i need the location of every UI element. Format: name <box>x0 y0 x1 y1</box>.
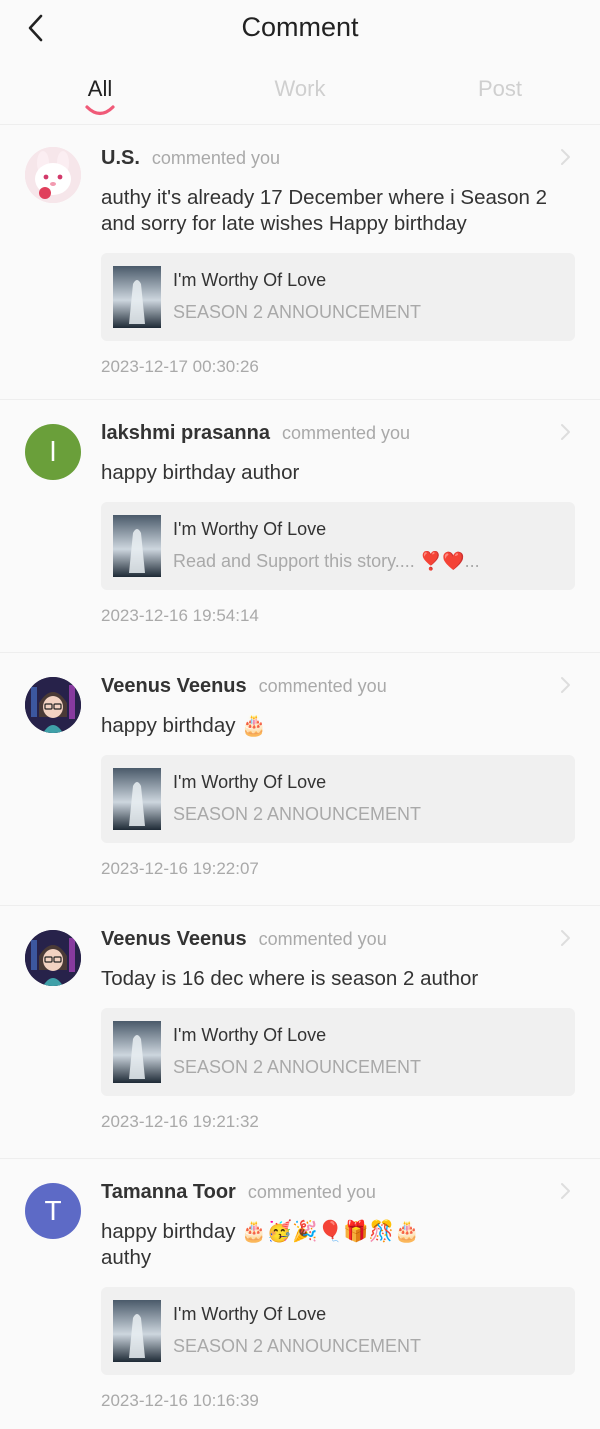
avatar[interactable] <box>25 677 81 733</box>
comment-timestamp: 2023-12-16 19:22:07 <box>101 859 259 878</box>
commenter-name[interactable]: U.S. <box>101 147 140 170</box>
tab-post[interactable]: Post <box>440 76 560 102</box>
commenter-name[interactable]: Tamanna Toor <box>101 1181 236 1204</box>
comment-text: happy birthday 🎂🥳🎉🎈🎁🎊🎂 authy <box>101 1219 575 1271</box>
tab-all[interactable]: All <box>40 76 160 116</box>
comment-action-text: commented you <box>258 676 387 696</box>
story-cover-image <box>113 515 161 577</box>
comment-action-text: commented you <box>281 423 411 443</box>
story-cover-image <box>113 1021 161 1083</box>
comment-text: Today is 16 dec where is season 2 author <box>101 967 479 990</box>
comment-item[interactable]: Veenus Veenus commented you happy birthd… <box>0 653 600 906</box>
comment-text: happy birthday 🎂 <box>101 714 267 737</box>
comment-item[interactable]: Veenus Veenus commented you Today is 16 … <box>0 906 600 1159</box>
avatar[interactable] <box>25 147 81 203</box>
tab-label: Post <box>477 76 523 101</box>
story-card[interactable]: I'm Worthy Of Love Read and Support this… <box>101 502 575 590</box>
comment-text-line: authy <box>101 1246 152 1269</box>
story-subtitle: SEASON 2 ANNOUNCEMENT <box>173 1336 422 1356</box>
comment-timestamp: 2023-12-17 00:30:26 <box>101 357 259 376</box>
story-subtitle: SEASON 2 ANNOUNCEMENT <box>173 302 422 322</box>
comment-item[interactable]: l lakshmi prasanna commented you happy b… <box>0 400 600 653</box>
tab-indicator <box>85 105 115 116</box>
tab-label: Work <box>274 76 326 101</box>
comment-timestamp: 2023-12-16 19:54:14 <box>101 606 259 625</box>
comment-text-line: happy birthday 🎂🥳🎉🎈🎁🎊🎂 <box>101 1220 420 1243</box>
header: Comment <box>0 0 600 58</box>
comment-list: U.S. commented you authy it's already 17… <box>0 125 600 1429</box>
avatar[interactable]: l <box>25 424 81 480</box>
chevron-right-icon[interactable] <box>555 675 575 695</box>
story-title: I'm Worthy Of Love <box>173 772 327 792</box>
anime-avatar-icon <box>25 677 81 733</box>
bunny-avatar-icon <box>25 147 81 203</box>
story-card[interactable]: I'm Worthy Of Love SEASON 2 ANNOUNCEMENT <box>101 1008 575 1096</box>
commenter-name[interactable]: lakshmi prasanna <box>101 422 270 445</box>
page-title: Comment <box>241 12 359 42</box>
story-card[interactable]: I'm Worthy Of Love SEASON 2 ANNOUNCEMENT <box>101 1287 575 1375</box>
comment-text: authy it's already 17 December where i S… <box>101 186 548 235</box>
story-title: I'm Worthy Of Love <box>173 1304 327 1324</box>
chevron-right-icon[interactable] <box>555 147 575 167</box>
avatar-letter: T <box>44 1195 62 1226</box>
story-card[interactable]: I'm Worthy Of Love SEASON 2 ANNOUNCEMENT <box>101 253 575 341</box>
story-subtitle: Read and Support this story.... ❣️❤️... <box>173 551 480 571</box>
comment-action-text: commented you <box>151 148 280 168</box>
commenter-name[interactable]: Veenus Veenus <box>101 675 247 698</box>
chevron-right-icon[interactable] <box>555 928 575 948</box>
avatar[interactable]: T <box>25 1183 81 1239</box>
story-cover-image <box>113 768 161 830</box>
story-cover-image <box>113 1300 161 1362</box>
comment-text: happy birthday author <box>101 461 300 484</box>
comment-item[interactable]: U.S. commented you authy it's already 17… <box>0 125 600 400</box>
tab-work[interactable]: Work <box>240 76 360 102</box>
comment-timestamp: 2023-12-16 10:16:39 <box>101 1391 259 1410</box>
story-cover-image <box>113 266 161 328</box>
comment-item[interactable]: T Tamanna Toor commented you happy birth… <box>0 1159 600 1429</box>
anime-avatar-icon <box>25 930 81 986</box>
story-title: I'm Worthy Of Love <box>173 270 327 290</box>
comment-timestamp: 2023-12-16 19:21:32 <box>101 1112 259 1131</box>
story-subtitle: SEASON 2 ANNOUNCEMENT <box>173 804 422 824</box>
avatar-letter: l <box>49 436 57 467</box>
avatar[interactable] <box>25 930 81 986</box>
chevron-right-icon[interactable] <box>555 422 575 442</box>
story-subtitle: SEASON 2 ANNOUNCEMENT <box>173 1057 422 1077</box>
tab-label: All <box>87 76 113 101</box>
tab-bar: All Work Post <box>0 58 600 125</box>
comment-action-text: commented you <box>247 1182 376 1202</box>
story-card[interactable]: I'm Worthy Of Love SEASON 2 ANNOUNCEMENT <box>101 755 575 843</box>
story-title: I'm Worthy Of Love <box>173 519 327 539</box>
comment-action-text: commented you <box>258 929 387 949</box>
story-title: I'm Worthy Of Love <box>173 1025 327 1045</box>
chevron-right-icon[interactable] <box>555 1181 575 1201</box>
commenter-name[interactable]: Veenus Veenus <box>101 928 247 951</box>
